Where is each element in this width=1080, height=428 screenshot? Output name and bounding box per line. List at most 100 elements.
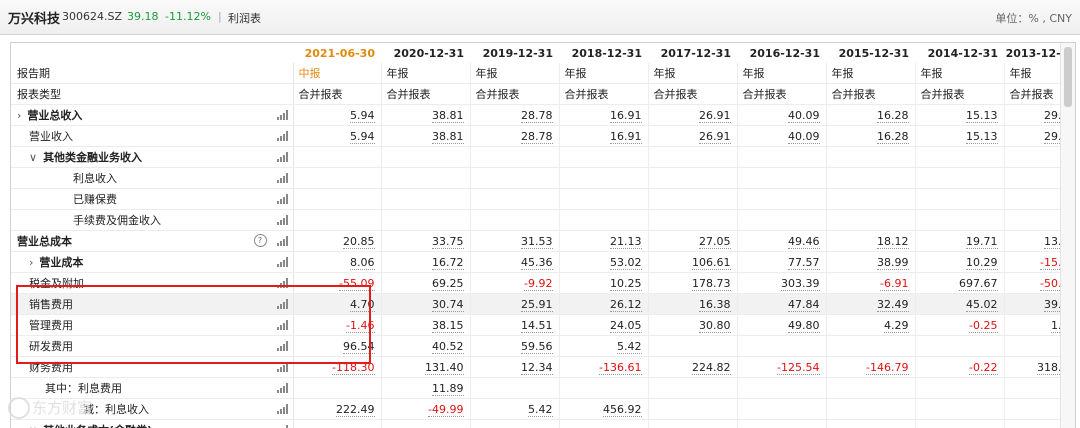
row-label-cell[interactable]: ›营业总收入 [11,105,293,126]
value-cell: 4.70 [293,294,381,315]
bar-chart-icon[interactable] [277,173,287,183]
bar-chart-icon[interactable] [277,152,287,162]
row-label-cell[interactable]: ›营业成本 [11,252,293,273]
row-label: 研发费用 [29,340,73,353]
table-row: 财务费用-118.30131.4012.34-136.61224.82-125.… [11,357,1076,378]
row-label-cell[interactable]: 报表类型 [11,84,293,105]
bar-chart-icon[interactable] [277,194,287,204]
expand-chevron-icon[interactable]: › [17,109,21,122]
cell-value: 16.28 [877,130,909,144]
column-header-date[interactable]: 2017-12-31 [648,43,737,63]
value-cell: 年报 [826,63,915,84]
row-label-cell[interactable]: 销售费用 [11,294,293,315]
expand-chevron-icon[interactable]: › [29,256,33,269]
column-header-date[interactable]: 2021-06-30 [293,43,381,63]
cell-value: 19.71 [966,235,998,249]
value-cell: 26.91 [648,126,737,147]
collapse-chevron-icon[interactable]: ∨ [29,151,37,164]
column-header-date[interactable]: 2019-12-31 [470,43,559,63]
cell-value: 5.42 [528,403,553,417]
bar-chart-icon[interactable] [277,110,287,120]
collapse-chevron-icon[interactable]: ∨ [29,424,37,428]
bar-chart-icon[interactable] [277,236,287,246]
value-cell [293,210,381,231]
row-label-cell[interactable]: 营业收入 [11,126,293,147]
bar-chart-icon[interactable] [277,278,287,288]
row-label-cell[interactable]: ∨其他类金融业务收入 [11,147,293,168]
bar-chart-icon[interactable] [277,383,287,393]
value-cell: 16.91 [559,126,648,147]
cell-value: 697.67 [959,277,998,291]
value-cell [559,189,648,210]
header-label-cell [11,43,293,63]
value-cell: 31.53 [470,231,559,252]
bar-chart-icon[interactable] [277,341,287,351]
row-label-cell[interactable]: 已赚保费 [11,189,293,210]
row-label-cell[interactable]: 财务费用 [11,357,293,378]
value-cell: -118.30 [293,357,381,378]
value-cell: 合并报表 [648,84,737,105]
scrollbar-thumb[interactable] [1064,47,1072,107]
value-cell: 16.72 [381,252,470,273]
watermark-logo-icon [8,397,30,419]
row-label-cell[interactable]: 营业总成本? [11,231,293,252]
bar-chart-icon[interactable] [277,362,287,372]
bar-chart-icon[interactable] [277,320,287,330]
bar-chart-icon[interactable] [277,257,287,267]
row-label-cell[interactable]: 研发费用 [11,336,293,357]
value-cell: 5.42 [559,336,648,357]
value-cell: 15.13 [915,126,1004,147]
table-row: 研发费用96.5440.5259.565.42 [11,336,1076,357]
cell-value: 30.80 [699,319,731,333]
title-bar: 万兴科技 300624.SZ 39.18 -11.12% | 利润表 单位：% … [0,0,1080,35]
bar-chart-icon[interactable] [277,299,287,309]
bar-chart-icon-bar [286,278,288,288]
value-cell: 77.57 [737,252,826,273]
cell-value: -0.22 [969,361,997,375]
cell-value: 合并报表 [921,88,965,101]
row-label-cell[interactable]: 利息收入 [11,168,293,189]
cell-value: 5.42 [617,340,642,354]
row-label-cell[interactable]: 报告期 [11,63,293,84]
column-header-date[interactable]: 2016-12-31 [737,43,826,63]
bar-chart-icon-bar [280,157,282,162]
column-header-date[interactable]: 2018-12-31 [559,43,648,63]
value-cell [648,399,737,420]
cell-value: -136.61 [599,361,641,375]
value-cell [826,147,915,168]
bar-chart-icon-bar [280,367,282,372]
bar-chart-icon-bar [283,323,285,330]
cell-value: 16.38 [699,298,731,312]
bar-chart-icon-bar [280,178,282,183]
cell-value: 53.02 [610,256,642,270]
table-row: 已赚保费 [11,189,1076,210]
row-label-cell[interactable]: 手续费及佣金收入 [11,210,293,231]
table-row: ›营业总收入5.9438.8128.7816.9126.9140.0916.28… [11,105,1076,126]
cell-value: 合并报表 [387,88,431,101]
value-cell: 222.49 [293,399,381,420]
column-header-date[interactable]: 2014-12-31 [915,43,1004,63]
value-cell: 456.92 [559,399,648,420]
bar-chart-icon[interactable] [277,131,287,141]
column-header-date[interactable]: 2020-12-31 [381,43,470,63]
value-cell: 30.74 [381,294,470,315]
bar-chart-icon[interactable] [277,404,287,414]
row-label: 管理费用 [29,319,73,332]
value-cell [737,336,826,357]
row-label-cell[interactable]: 税金及附加 [11,273,293,294]
value-cell: 合并报表 [559,84,648,105]
stock-code: 300624.SZ [62,10,122,23]
help-icon[interactable]: ? [254,234,267,247]
cell-value: -6.91 [880,277,908,291]
cell-value: 26.12 [610,298,642,312]
row-label-cell[interactable]: 管理费用 [11,315,293,336]
bar-chart-icon-bar [283,155,285,162]
value-cell [470,189,559,210]
column-header-date[interactable]: 2015-12-31 [826,43,915,63]
bar-chart-icon-bar [280,283,282,288]
vertical-scrollbar[interactable] [1060,43,1075,428]
bar-chart-icon-bar [280,220,282,225]
statement-tab[interactable]: 利润表 [228,10,261,26]
bar-chart-icon[interactable] [277,215,287,225]
cell-value: 合并报表 [299,88,343,101]
